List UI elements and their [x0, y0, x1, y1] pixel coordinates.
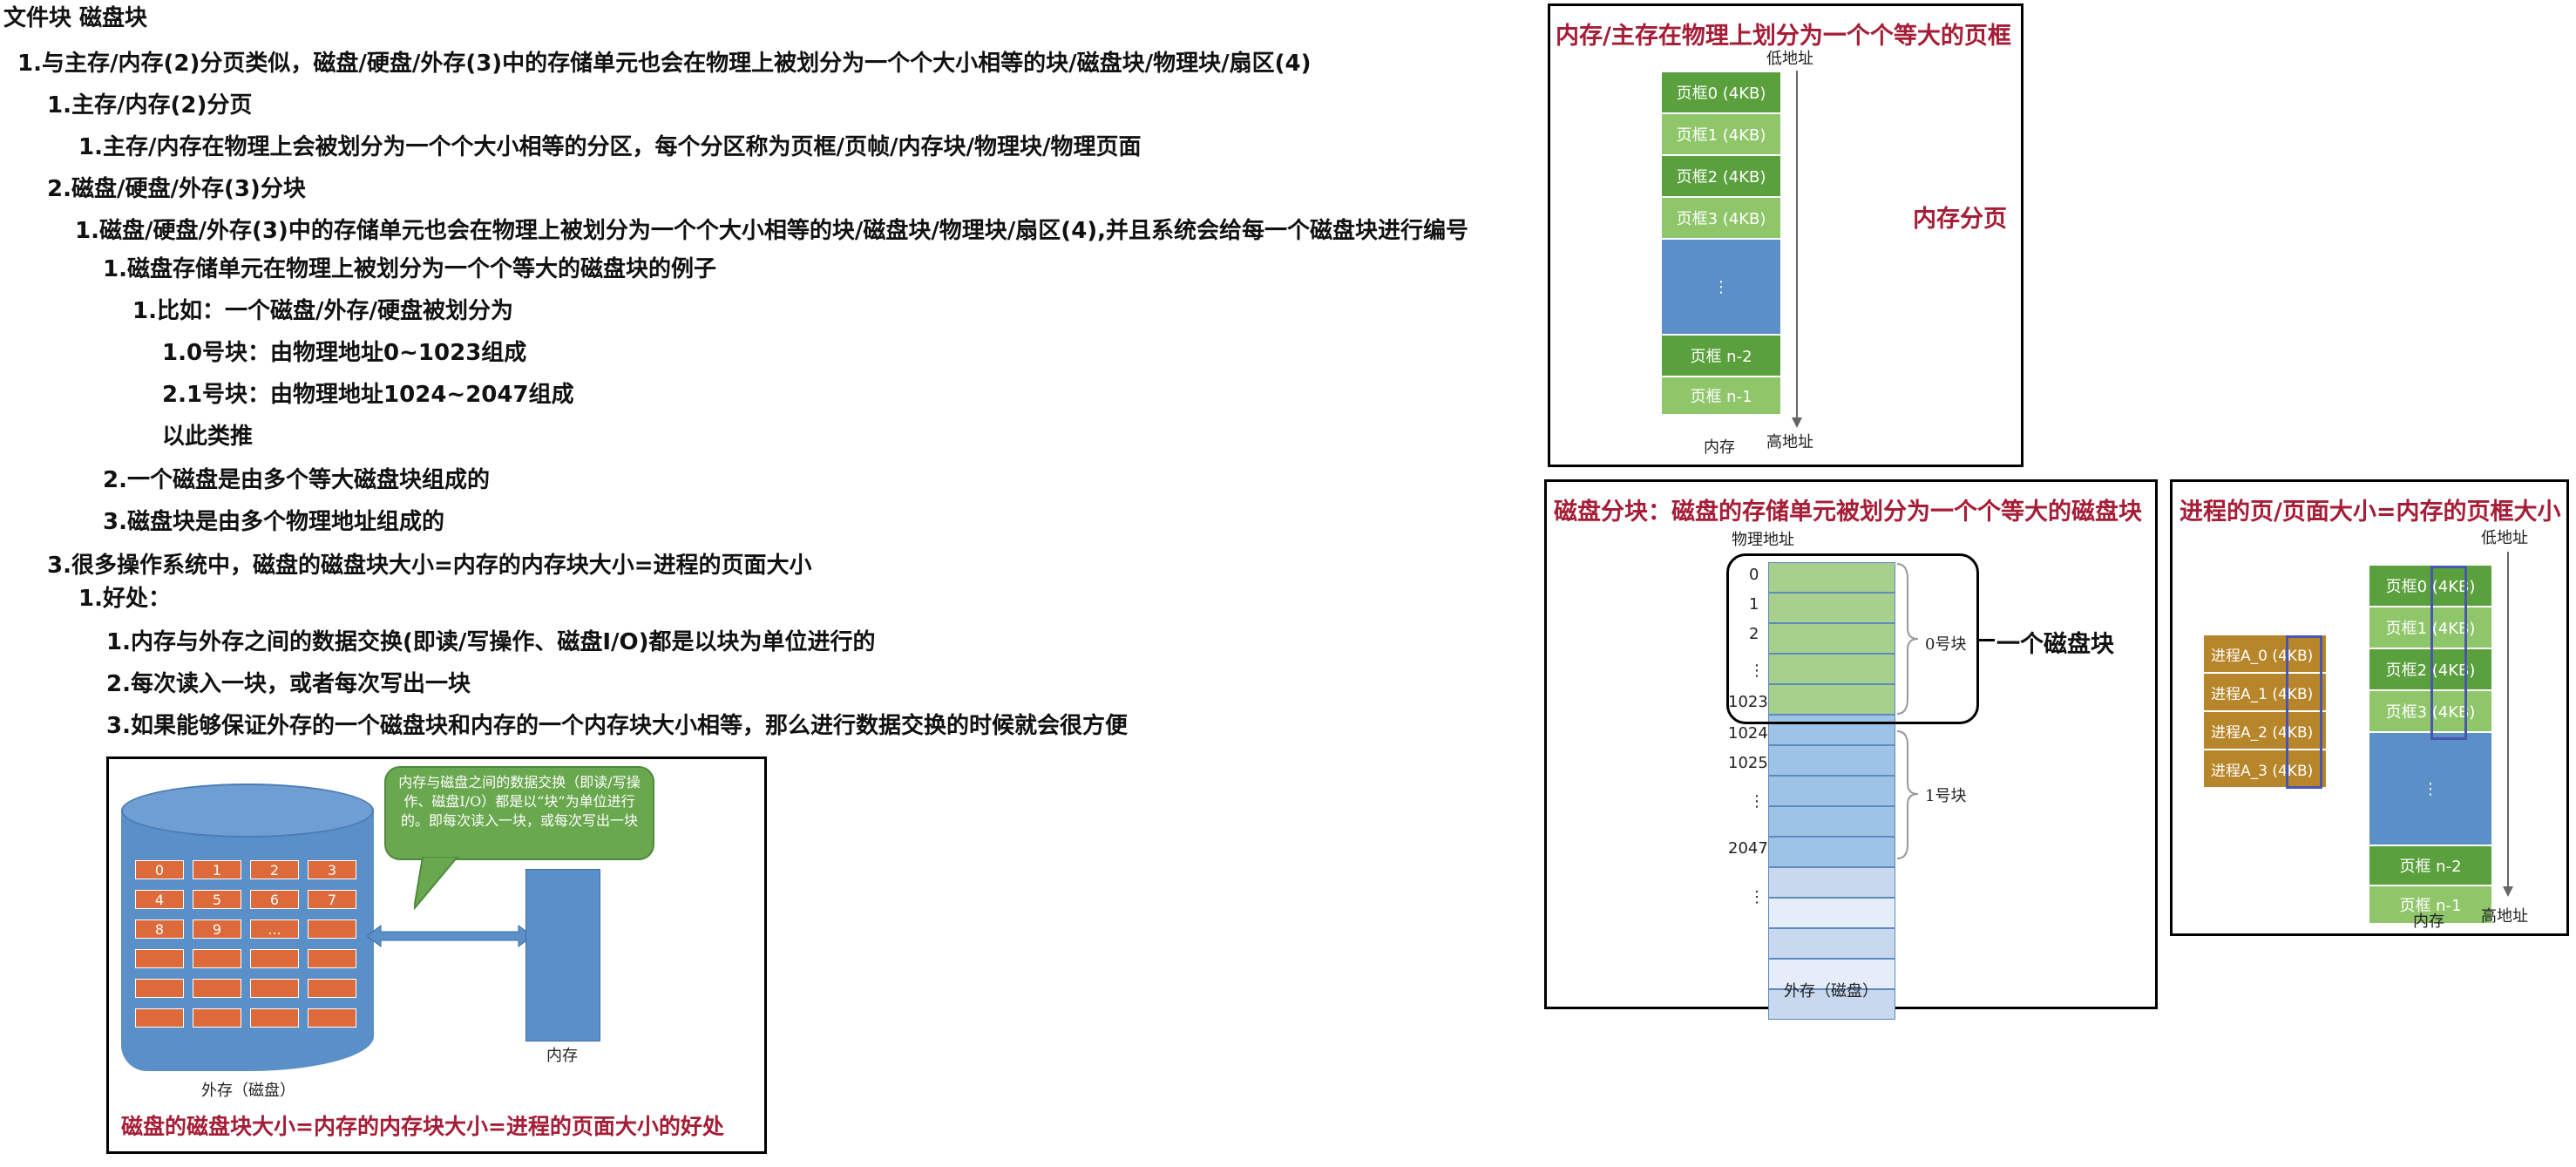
disk-block: 8 [135, 919, 184, 939]
one-block-label: 一个磁盘块 [1996, 631, 2114, 658]
memory-label: 内存 [546, 1047, 578, 1065]
disk-figure-title: 磁盘分块：磁盘的存储单元被划分为一个个等大的磁盘块 [1554, 499, 2142, 526]
memory-paging-label: 内存分页 [1913, 206, 2007, 233]
memory-label: 内存 [2413, 913, 2444, 931]
disk-label: 外存（磁盘） [201, 1082, 295, 1100]
address-label: ⋮ [1749, 888, 1765, 906]
low-address-label: 低地址 [2481, 529, 2528, 547]
address-label: 1025 [1728, 754, 1768, 772]
disk-block [135, 949, 184, 968]
disk-block [308, 979, 356, 998]
memory-frames-figure: 内存/主存在物理上划分为一个个等大的页框 低地址 页框0 (4KB) 页框1 (4… [1548, 3, 2024, 467]
disk-address-row [1768, 776, 1895, 806]
address-label: 1024 [1728, 724, 1768, 743]
disk-block [250, 949, 299, 968]
bubble-tail [414, 857, 459, 911]
outline-line: 2.1号块：由物理地址1024~2047组成 [162, 382, 574, 408]
disk-block [135, 979, 184, 998]
exchange-caption: 磁盘的磁盘块大小=内存的内存块大小=进程的页面大小的好处 [121, 1114, 724, 1139]
brace-block-1 [1896, 730, 1919, 859]
process-pages-figure: 进程的页/页面大小=内存的页框大小 低地址 进程A_0 (4KB) 进程A_1 (… [2170, 479, 2569, 936]
outline-line: 1.主存/内存(2)分页 [47, 92, 253, 119]
disk-block: ... [250, 919, 299, 939]
disk-address-row [1768, 837, 1895, 867]
speech-bubble: 内存与磁盘之间的数据交换（即读/写操作、磁盘I/O）都是以“块”为单位进行的。即… [384, 766, 654, 860]
physical-address-label: 物理地址 [1732, 531, 1794, 549]
disk-block: 9 [193, 919, 241, 939]
outline-line: 1.磁盘/硬盘/外存(3)中的存储单元也会在物理上被划分为一个个大小相等的块/磁… [75, 218, 1469, 244]
disk-block: 4 [135, 890, 184, 909]
process-figure-title: 进程的页/页面大小=内存的页框大小 [2179, 499, 2561, 526]
outline-line: 1.主存/内存在物理上会被划分为一个个大小相等的分区，每个分区称为页框/页帧/内… [78, 134, 1142, 160]
outline-line: 1.0号块：由物理地址0~1023组成 [162, 340, 527, 366]
low-address-label: 低地址 [1766, 50, 1813, 68]
outline-line: 1.与主存/内存(2)分页类似，磁盘/硬盘/外存(3)中的存储单元也会在物理上被… [17, 51, 1312, 77]
disk-block [250, 1008, 299, 1028]
disk-block: 7 [308, 890, 356, 909]
outline-title: 文件块 磁盘块 [3, 5, 148, 31]
outline-line: 1.比如：一个磁盘/外存/硬盘被划分为 [132, 298, 513, 324]
memory-label: 内存 [1704, 438, 1735, 457]
disk-block [193, 979, 241, 998]
disk-block [308, 919, 356, 939]
frame-size-highlight [2430, 566, 2467, 740]
outline-line: 以此类推 [162, 424, 254, 450]
page-size-highlight [2286, 635, 2322, 789]
outline-line: 2.磁盘/硬盘/外存(3)分块 [47, 176, 306, 202]
one-block-connector [1979, 639, 1995, 641]
outline-line: 1.好处： [78, 586, 171, 612]
bubble-text: 内存与磁盘之间的数据交换（即读/写操作、磁盘I/O）都是以“块”为单位进行的。即… [398, 774, 641, 829]
disk-block [250, 979, 299, 998]
outline-line: 1.内存与外存之间的数据交换(即读/写操作、磁盘I/O)都是以块为单位进行的 [106, 629, 876, 655]
outline-line: 3.如果能够保证外存的一个磁盘块和内存的一个内存块大小相等，那么进行数据交换的时… [106, 713, 1128, 739]
outline-line: 2.每次读入一块，或者每次写出一块 [106, 671, 471, 697]
disk-block: 2 [250, 860, 299, 879]
memory-frame: ⋮ [1662, 240, 1780, 336]
disk-label: 外存（磁盘） [1784, 982, 1878, 1001]
disk-block: 5 [193, 890, 241, 909]
address-label: ⋮ [1749, 792, 1765, 811]
disk-block [193, 949, 241, 968]
memory-frame: 页框0 (4KB) [1662, 72, 1780, 114]
address-arrow-icon [2503, 552, 2513, 897]
disk-block [308, 1008, 356, 1028]
memory-frame: 页框 n-2 [1662, 336, 1780, 377]
disk-address-row [1768, 928, 1895, 959]
double-arrow-icon [367, 925, 532, 947]
disk-address-row [1768, 745, 1895, 776]
disk-address-row [1768, 867, 1895, 898]
memory-bar [525, 869, 600, 1041]
address-arrow-icon [1792, 71, 1802, 428]
disk-block [308, 949, 356, 968]
one-block-highlight [1726, 553, 1979, 724]
outline-line: 3.磁盘块是由多个物理地址组成的 [103, 509, 444, 535]
memory-frame: 页框3 (4KB) [1662, 198, 1780, 240]
memory-frame: 页框1 (4KB) [1662, 114, 1780, 156]
memory-frame: 页框2 (4KB) [1662, 156, 1780, 198]
high-address-label: 高地址 [2481, 907, 2528, 926]
exchange-figure: 0 1 2 3 4 5 6 7 8 9... 外存（磁盘） 内存与磁盘之间的数据交换（即读/写操作… [106, 757, 767, 1154]
memory-frame: 页框 n-1 [1662, 377, 1780, 416]
memory-frame: ⋮ [2369, 733, 2491, 846]
disk-block: 0 [135, 860, 184, 879]
memory-frame: 页框 n-2 [2369, 846, 2491, 886]
outline-line: 1.磁盘存储单元在物理上被划分为一个个等大的磁盘块的例子 [103, 256, 716, 282]
outline-line: 3.很多操作系统中，磁盘的磁盘块大小=内存的内存块大小=进程的页面大小 [47, 553, 812, 579]
disk-block: 6 [250, 890, 299, 909]
outline-line: 2.一个磁盘是由多个等大磁盘块组成的 [103, 467, 490, 493]
disk-block [193, 1008, 241, 1028]
disk-block [135, 1008, 184, 1028]
disk-address-row [1768, 898, 1895, 928]
high-address-label: 高地址 [1766, 433, 1813, 451]
disk-block: 3 [308, 860, 356, 879]
block-1-label: 1号块 [1925, 787, 1967, 805]
disk-address-row [1768, 806, 1895, 837]
disk-block: 1 [193, 860, 241, 879]
address-label: 2047 [1728, 839, 1768, 858]
disk-blocks-figure: 磁盘分块：磁盘的存储单元被划分为一个个等大的磁盘块 物理地址 0 1 2 ⋮ 1023 1… [1544, 479, 2158, 1020]
